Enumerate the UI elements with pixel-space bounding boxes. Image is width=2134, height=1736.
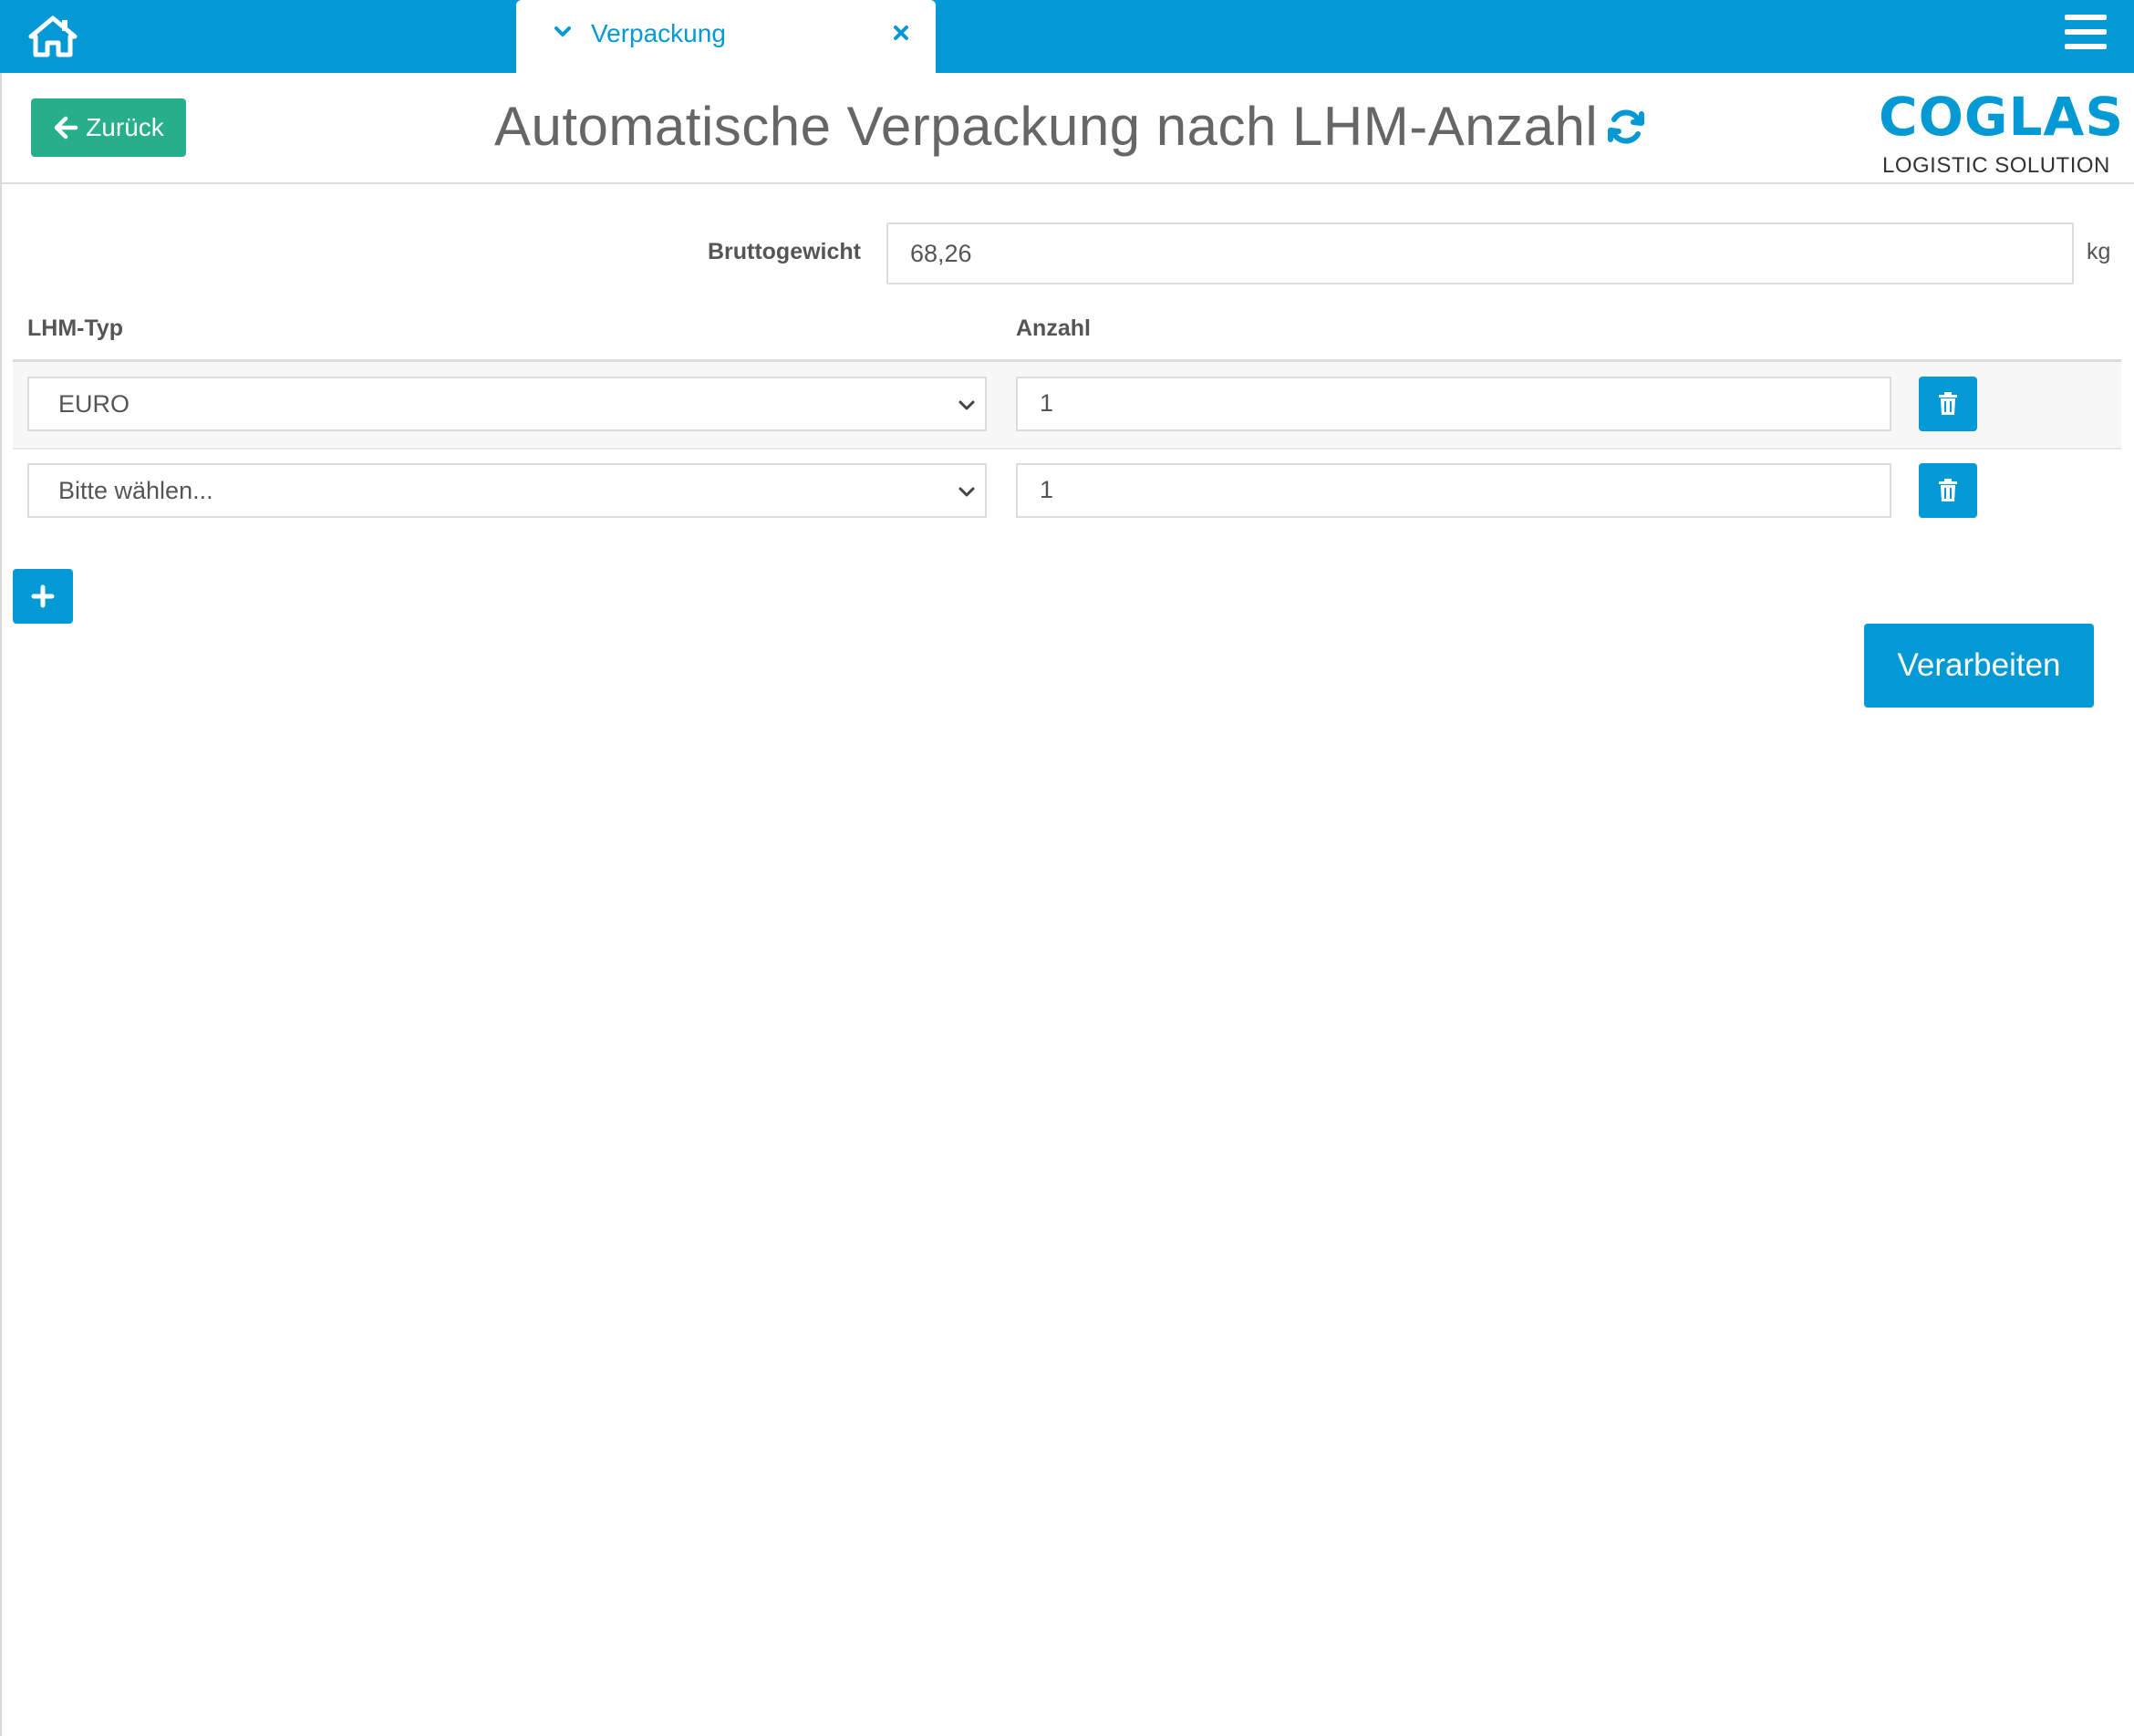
menu-bar (2065, 15, 2107, 20)
weight-unit: kg (2087, 239, 2111, 264)
table-row: Bitte wählen... 1 (13, 449, 2121, 534)
table-row: EURO 1 (13, 362, 2121, 448)
plus-icon (31, 584, 55, 608)
delete-row-button[interactable] (1919, 377, 1977, 431)
coglas-logo: COGLAS LOGISTIC SOLUTION (1879, 86, 2123, 178)
content-left-border (0, 73, 2, 1736)
trash-icon (1939, 479, 1957, 501)
delete-row-button[interactable] (1919, 463, 1977, 518)
add-row-button[interactable] (13, 569, 73, 624)
menu-bar (2065, 29, 2107, 35)
count-input[interactable]: 1 (1016, 463, 1891, 518)
page-title: Automatische Verpackung nach LHM-Anzahl (494, 96, 1599, 157)
tab-label: Verpackung (591, 19, 726, 47)
logo-tagline: LOGISTIC SOLUTION (1882, 153, 2110, 178)
lhm-type-select[interactable]: EURO (27, 377, 987, 431)
chevron-down-icon[interactable] (551, 20, 575, 44)
page-header: Zurück Automatische Verpackung nach LHM-… (2, 73, 2134, 184)
close-icon[interactable] (890, 22, 912, 44)
logo-wordmark: COGLAS (1879, 86, 2125, 148)
hamburger-menu-button[interactable] (2065, 15, 2110, 57)
count-input[interactable]: 1 (1016, 377, 1891, 431)
select-value: EURO (58, 390, 130, 418)
arrow-left-icon (54, 116, 78, 140)
home-button[interactable] (26, 11, 80, 62)
menu-bar (2065, 44, 2107, 49)
select-value: Bitte wählen... (58, 477, 213, 504)
gross-weight-label: Bruttogewicht (707, 239, 861, 264)
home-icon (28, 16, 78, 57)
trash-icon (1939, 392, 1957, 415)
refresh-icon[interactable] (1603, 104, 1649, 150)
gross-weight-input[interactable]: 68,26 (886, 222, 2074, 284)
chevron-down-icon (958, 400, 975, 410)
column-header-count: Anzahl (1016, 315, 1091, 341)
lhm-type-select[interactable]: Bitte wählen... (27, 463, 987, 518)
back-button[interactable]: Zurück (31, 98, 186, 157)
back-button-label: Zurück (86, 113, 164, 141)
tab-verpackung[interactable]: Verpackung (516, 0, 936, 73)
chevron-down-icon (958, 487, 975, 497)
column-header-lhm-type: LHM-Typ (27, 315, 124, 341)
top-navigation-bar: Verpackung (0, 0, 2134, 73)
process-button[interactable]: Verarbeiten (1864, 624, 2094, 708)
